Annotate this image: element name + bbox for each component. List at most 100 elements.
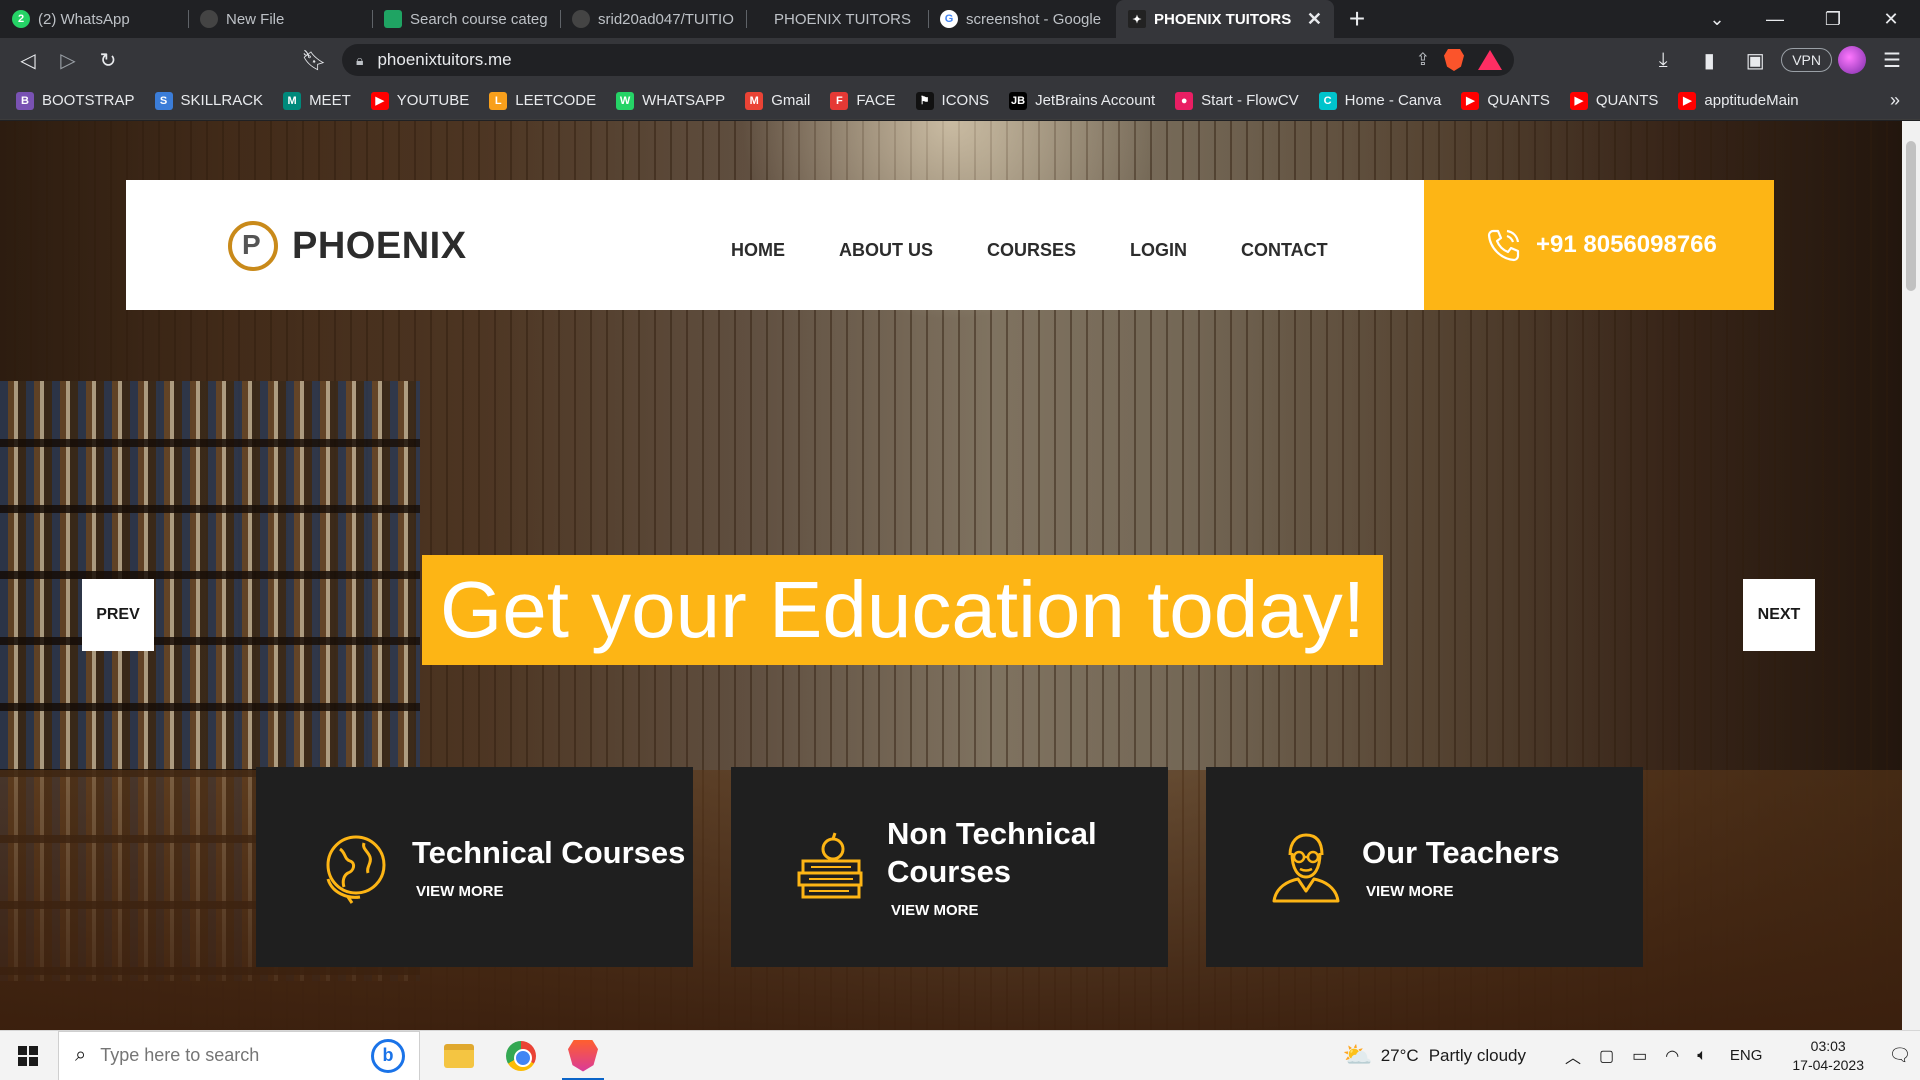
tab-google-search[interactable]: G screenshot - Google Searc — [928, 0, 1116, 38]
taskbar-search[interactable]: ⌕ b — [58, 1030, 420, 1080]
nav-courses[interactable]: COURSES — [987, 230, 1076, 261]
system-tray: ⛅ 27°C Partly cloudy ︿ ▢ ▭ ◠ 🔈︎ ENG 03:0… — [1343, 1031, 1920, 1080]
file-explorer-app[interactable] — [428, 1031, 490, 1080]
bookmark-label: BOOTSTRAP — [42, 92, 135, 109]
main-nav: HOME ABOUT US COURSES LOGIN CONTACT — [731, 180, 1328, 310]
tab-new-file[interactable]: New File — [188, 0, 372, 38]
brave-app[interactable] — [552, 1031, 614, 1080]
more-bookmarks-icon[interactable]: » — [1890, 90, 1900, 111]
menu-icon[interactable]: ☰ — [1872, 42, 1912, 78]
card-title: Our Teachers — [1362, 834, 1560, 870]
card-our-teachers[interactable]: Our Teachers VIEW MORE — [1206, 767, 1643, 967]
weather-desc: Partly cloudy — [1428, 1045, 1527, 1065]
download-icon[interactable]: ⤓ — [1643, 42, 1683, 78]
bookmark-bootstrap[interactable]: B BOOTSTRAP — [16, 91, 135, 110]
volume-icon[interactable]: 🔈︎ — [1697, 1047, 1707, 1065]
bookmark-whatsapp[interactable]: W WHATSAPP — [616, 91, 725, 110]
bookmark-face[interactable]: F FACE — [830, 91, 896, 110]
address-bar[interactable]: 🔒︎ phoenixtuitors.me ⇪ — [342, 44, 1514, 76]
bookmark-youtube[interactable]: ▶ YOUTUBE — [370, 91, 469, 110]
bookmark-start-flowcv[interactable]: ● Start - FlowCV — [1175, 91, 1299, 110]
tab-whatsapp[interactable]: 2 (2) WhatsApp — [0, 0, 188, 38]
browser-tab-bar: 2 (2) WhatsApp New File Search course ca… — [0, 0, 1920, 38]
carousel-prev-button[interactable]: PREV — [82, 579, 154, 651]
bookmark-gmail[interactable]: M Gmail — [745, 91, 810, 110]
meet-now-icon[interactable]: ▢ — [1599, 1046, 1614, 1066]
card-title: Non Technical Courses — [887, 816, 1097, 889]
new-tab-button[interactable]: + — [1334, 0, 1380, 38]
github-icon — [572, 10, 590, 28]
feature-cards: Technical Courses VIEW MORE Non Technica… — [256, 767, 1643, 967]
site-logo[interactable]: PHOENIX — [228, 221, 467, 271]
wifi-icon[interactable]: ◠ — [1665, 1046, 1679, 1066]
meet-icon: M — [283, 91, 302, 110]
bookmark-apptitudemain[interactable]: ▶ apptitudeMain — [1678, 91, 1799, 110]
tab-title: PHOENIX TUITORS — [774, 10, 911, 28]
reload-icon[interactable]: ↻ — [88, 42, 128, 78]
close-icon[interactable]: ✕ — [1307, 9, 1322, 30]
brave-rewards-icon[interactable] — [1478, 50, 1502, 70]
scrollbar-thumb[interactable] — [1906, 141, 1916, 291]
windows-icon — [18, 1045, 38, 1066]
bing-icon[interactable]: b — [371, 1038, 405, 1073]
github-icon — [200, 10, 218, 28]
minimize-icon[interactable]: — — [1746, 9, 1804, 30]
url-text[interactable]: phoenixtuitors.me — [377, 50, 511, 70]
wallet-icon[interactable]: ▣ — [1735, 42, 1775, 78]
chrome-app[interactable] — [490, 1031, 552, 1080]
bookmark-icon[interactable]: 🔖︎ — [294, 42, 334, 78]
tab-title: (2) WhatsApp — [38, 10, 130, 28]
bookmark-label: QUANTS — [1595, 92, 1659, 109]
vpn-button[interactable]: VPN — [1781, 48, 1832, 72]
battery-icon[interactable]: ▭ — [1632, 1046, 1647, 1066]
nav-home[interactable]: HOME — [731, 230, 785, 261]
taskbar-search-input[interactable] — [100, 1045, 341, 1066]
clock[interactable]: 03:03 17-04-2023 — [1792, 1037, 1864, 1075]
bookmark-label: SKILLRACK — [180, 92, 264, 109]
bookmark-jetbrains-account[interactable]: JB JetBrains Account — [1009, 91, 1155, 110]
tab-github-repo[interactable]: srid20ad047/TUITION-POR — [560, 0, 746, 38]
nav-login[interactable]: LOGIN — [1130, 230, 1187, 261]
folder-icon — [444, 1043, 474, 1068]
bookmark-quants[interactable]: ▶ QUANTS — [1569, 91, 1659, 110]
close-window-icon[interactable]: ✕ — [1862, 9, 1920, 30]
sidebar-icon[interactable]: ▮ — [1689, 42, 1729, 78]
lock-icon: 🔒︎ — [356, 51, 364, 68]
sheet-icon — [384, 10, 402, 28]
tab-phoenix-tuitors[interactable]: PHOENIX TUITORS — [746, 0, 928, 38]
tab-search-course[interactable]: Search course categories. — [372, 0, 560, 38]
chevron-up-icon[interactable]: ︿ — [1565, 1044, 1581, 1068]
tab-phoenix-active[interactable]: ✦ PHOENIX TUITORS ✕ — [1116, 0, 1334, 38]
youtube-icon: ▶ — [370, 91, 389, 110]
bookmark-leetcode[interactable]: L LEETCODE — [489, 91, 596, 110]
brave-shields-icon[interactable] — [1444, 49, 1464, 71]
page-scrollbar[interactable] — [1902, 121, 1920, 1030]
nav-contact[interactable]: CONTACT — [1241, 230, 1328, 261]
back-icon[interactable]: ◁ — [8, 42, 48, 78]
bookmark-label: Start - FlowCV — [1201, 92, 1299, 109]
bookmark-quants[interactable]: ▶ QUANTS — [1461, 91, 1550, 110]
share-icon[interactable]: ⇪ — [1416, 50, 1430, 70]
bookmark-meet[interactable]: M MEET — [283, 91, 351, 110]
chevron-down-icon[interactable]: ⌄ — [1688, 9, 1746, 30]
language-indicator[interactable]: ENG — [1730, 1047, 1763, 1064]
canva-icon: C — [1318, 91, 1337, 110]
card-non-technical-courses[interactable]: Non Technical Courses VIEW MORE — [731, 767, 1168, 967]
bookmark-home-canva[interactable]: C Home - Canva — [1318, 91, 1441, 110]
forward-icon[interactable]: ▷ — [48, 42, 88, 78]
weather-widget[interactable]: ⛅ 27°C Partly cloudy — [1343, 1041, 1526, 1070]
view-more-link[interactable]: VIEW MORE — [1366, 883, 1560, 900]
view-more-link[interactable]: VIEW MORE — [416, 883, 685, 900]
start-button[interactable] — [0, 1045, 56, 1066]
restore-icon[interactable]: ❐ — [1804, 9, 1862, 30]
view-more-link[interactable]: VIEW MORE — [891, 902, 1168, 919]
header-phone[interactable]: +91 8056098766 — [1424, 180, 1774, 310]
profile-avatar[interactable] — [1838, 46, 1866, 74]
tab-title: New File — [226, 10, 285, 28]
notification-center-icon[interactable]: 🗨︎ — [1880, 1045, 1920, 1066]
card-technical-courses[interactable]: Technical Courses VIEW MORE — [256, 767, 693, 967]
nav-about-us[interactable]: ABOUT US — [839, 230, 933, 261]
carousel-next-button[interactable]: NEXT — [1743, 579, 1815, 651]
bookmark-icons[interactable]: ⚑ ICONS — [915, 91, 989, 110]
bookmark-skillrack[interactable]: S SKILLRACK — [154, 91, 264, 110]
